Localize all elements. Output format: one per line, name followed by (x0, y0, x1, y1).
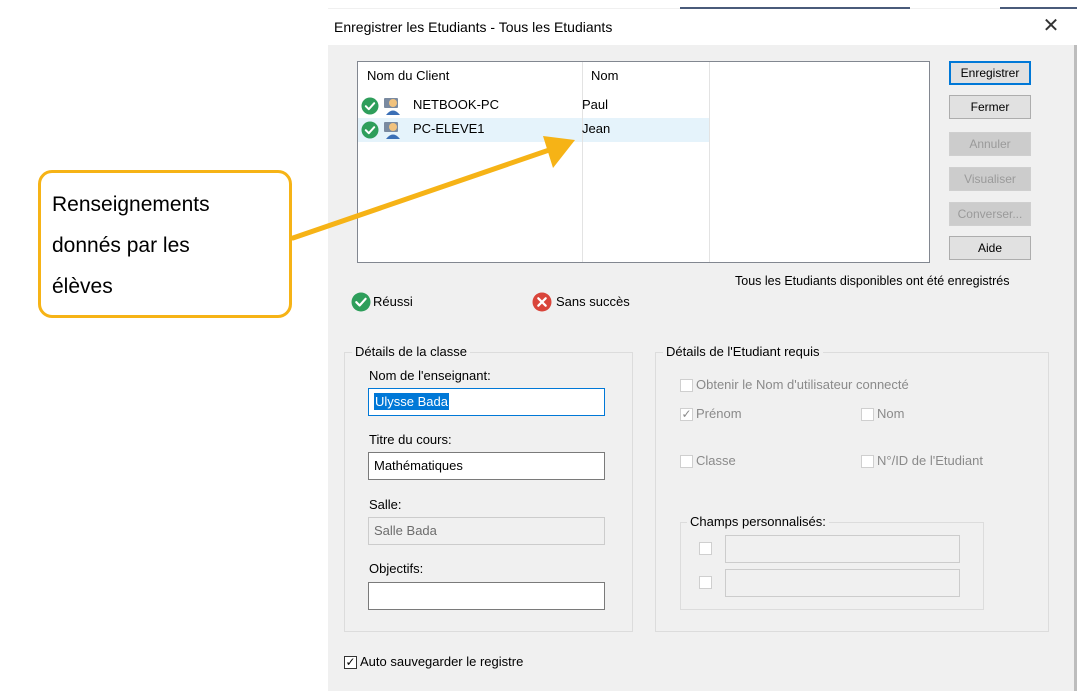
user-computer-icon (384, 98, 400, 115)
column-header-name[interactable]: Nom (591, 68, 618, 83)
check-circle-icon (361, 97, 379, 115)
close-button[interactable]: Fermer (949, 95, 1031, 119)
teacher-input-value: Ulysse Bada (374, 393, 449, 410)
callout-line: Renseignements (52, 193, 210, 216)
autosave-label: Auto sauvegarder le registre (360, 654, 524, 669)
view-button[interactable]: Visualiser (949, 167, 1031, 191)
column-header-client[interactable]: Nom du Client (367, 68, 449, 83)
chat-button[interactable]: Converser... (949, 202, 1031, 226)
custom-field-1-input[interactable] (725, 535, 960, 563)
x-circle-icon (532, 292, 552, 312)
row-status-icons (361, 97, 400, 115)
student-id-label: N°/ID de l'Etudiant (877, 453, 983, 468)
cell-name: Paul (582, 97, 609, 112)
autosave-checkbox[interactable]: ✓ (344, 656, 357, 669)
table-row[interactable] (361, 96, 421, 116)
callout-line: donnés par les (52, 234, 190, 257)
custom-field-1-checkbox[interactable] (699, 542, 712, 555)
class-label: Classe (696, 453, 736, 468)
cell-name: Jean (582, 121, 611, 136)
last-name-checkbox[interactable] (861, 408, 874, 421)
room-label: Salle: (369, 497, 402, 512)
student-id-checkbox[interactable] (861, 455, 874, 468)
check-circle-icon (351, 292, 371, 312)
first-name-checkbox[interactable]: ✓ (680, 408, 693, 421)
room-input[interactable]: Salle Bada (368, 517, 605, 545)
course-label: Titre du cours: (369, 432, 452, 447)
course-input[interactable]: Mathématiques (368, 452, 605, 480)
status-message: Tous les Etudiants disponibles ont été e… (735, 274, 1010, 288)
cancel-button[interactable]: Annuler (949, 132, 1031, 156)
objectives-label: Objectifs: (369, 561, 424, 576)
arrow-icon (290, 136, 575, 241)
student-details-label: Détails de l'Etudiant requis (663, 344, 823, 359)
first-name-label: Prénom (696, 406, 742, 421)
callout-text: Renseignements donnés par les élèves (52, 184, 282, 307)
custom-field-2-input[interactable] (725, 569, 960, 597)
help-button[interactable]: Aide (949, 236, 1031, 260)
logged-user-label: Obtenir le Nom d'utilisateur connecté (696, 377, 909, 392)
teacher-input[interactable]: Ulysse Bada (368, 388, 605, 416)
objectives-input[interactable] (368, 582, 605, 610)
register-button[interactable]: Enregistrer (949, 61, 1031, 85)
teacher-label: Nom de l'enseignant: (369, 368, 491, 383)
legend-failure-label: Sans succès (556, 294, 630, 309)
close-icon[interactable]: ✕ (1041, 14, 1061, 38)
column-separator (709, 62, 710, 262)
custom-field-2-checkbox[interactable] (699, 576, 712, 589)
logged-user-checkbox[interactable] (680, 379, 693, 392)
callout-line: élèves (52, 275, 113, 298)
last-name-label: Nom (877, 406, 905, 421)
dialog-title: Enregistrer les Etudiants - Tous les Etu… (334, 19, 613, 35)
class-details-label: Détails de la classe (352, 344, 470, 359)
custom-fields-label: Champs personnalisés: (687, 514, 829, 529)
cell-client: NETBOOK-PC (413, 97, 499, 112)
legend-success-label: Réussi (373, 294, 413, 309)
class-checkbox[interactable] (680, 455, 693, 468)
